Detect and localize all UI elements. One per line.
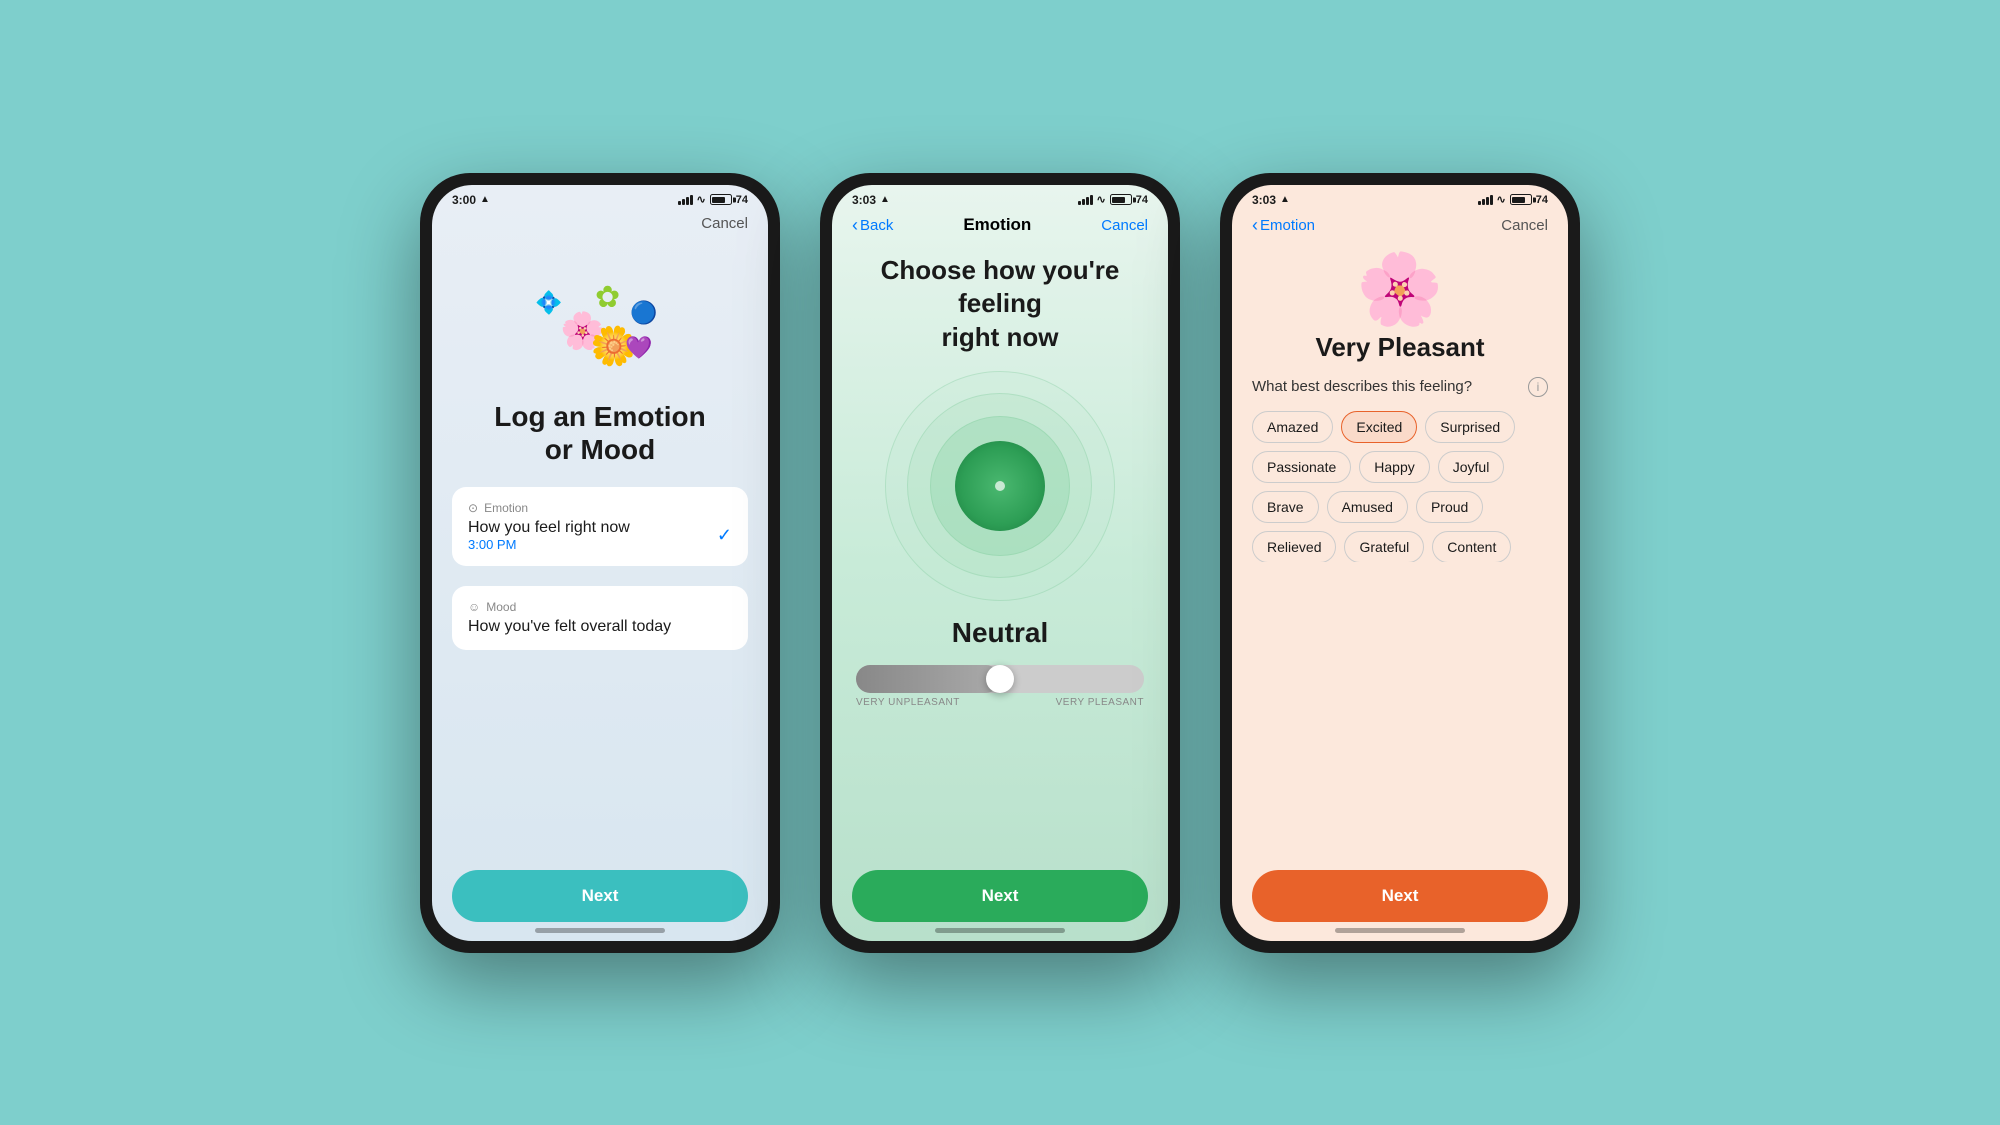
- slider-right-label: VERY PLEASANT: [1056, 697, 1144, 708]
- main-title-1: Log an Emotion or Mood: [494, 400, 706, 467]
- status-bar-3: 3:03 ▲ ∿ 74: [1232, 185, 1568, 211]
- battery-1: [710, 194, 732, 205]
- emotion-description: How you feel right now: [468, 519, 630, 537]
- status-bar-1: 3:00 ▲ ∿ 74: [432, 185, 768, 211]
- next-button-3[interactable]: Next: [1252, 870, 1548, 922]
- tags-grid: Amazed Excited Surprised Passionate Happ…: [1252, 411, 1548, 562]
- tag-joyful[interactable]: Joyful: [1438, 451, 1505, 483]
- tag-surprised[interactable]: Surprised: [1425, 411, 1515, 443]
- orange-flower: 🌸: [1356, 254, 1443, 324]
- screen3-content: 🌸 Very Pleasant What best describes this…: [1232, 244, 1568, 562]
- signal-2: [1078, 195, 1093, 205]
- slider-labels: VERY UNPLEASANT VERY PLEASANT: [856, 697, 1144, 708]
- emotion-option[interactable]: ⊙ Emotion How you feel right now 3:00 PM…: [452, 487, 748, 566]
- battery-pct-3: 74: [1536, 194, 1548, 206]
- flower-blue-3: 🔵: [630, 300, 657, 326]
- tag-relieved[interactable]: Relieved: [1252, 531, 1336, 562]
- slider-area: VERY UNPLEASANT VERY PLEASANT: [852, 665, 1148, 708]
- tag-passionate[interactable]: Passionate: [1252, 451, 1351, 483]
- slider-fill: [856, 665, 1000, 693]
- flowers-cluster: 🌸 ✿ 💠 🔵 🌼 💜: [530, 270, 670, 380]
- signal-3: [1478, 195, 1493, 205]
- back-button-3[interactable]: ‹ Emotion: [1252, 215, 1315, 236]
- nav-bar-2: ‹ Back Emotion Cancel: [832, 211, 1168, 244]
- cancel-button-1[interactable]: Cancel: [701, 215, 748, 232]
- home-indicator-1: [535, 928, 665, 933]
- tag-amazed[interactable]: Amazed: [1252, 411, 1333, 443]
- mood-icon: ☺: [468, 600, 480, 614]
- feeling-label: Neutral: [952, 617, 1048, 649]
- phone-1-screen: 3:00 ▲ ∿ 74 Cancel: [432, 185, 768, 941]
- flower-blue-2: 💠: [535, 290, 562, 316]
- time-3: 3:03: [1252, 193, 1276, 207]
- emotion-time: 3:00 PM: [468, 537, 630, 552]
- screen1-content: 🌸 ✿ 💠 🔵 🌼 💜 Log an Emotion or Mood ⊙ Emo…: [432, 240, 768, 650]
- back-chevron-2: ‹: [852, 215, 858, 236]
- back-label-2: Back: [860, 217, 893, 234]
- battery-3: [1510, 194, 1532, 205]
- pleasant-title: Very Pleasant: [1252, 332, 1548, 363]
- emotion-circle[interactable]: [885, 371, 1115, 601]
- back-button-2[interactable]: ‹ Back: [852, 215, 893, 236]
- tag-brave[interactable]: Brave: [1252, 491, 1319, 523]
- location-icon-3: ▲: [1280, 194, 1290, 205]
- phone-2-screen: 3:03 ▲ ∿ 74 ‹ Back: [832, 185, 1168, 941]
- nav-title-2: Emotion: [963, 215, 1031, 235]
- tag-proud[interactable]: Proud: [1416, 491, 1483, 523]
- location-icon-2: ▲: [880, 194, 890, 205]
- time-2: 3:03: [852, 193, 876, 207]
- battery-2: [1110, 194, 1132, 205]
- choose-title: Choose how you're feeling right now: [852, 254, 1148, 355]
- cancel-button-2[interactable]: Cancel: [1101, 217, 1148, 234]
- tag-grateful[interactable]: Grateful: [1344, 531, 1424, 562]
- wifi-icon-1: ∿: [697, 193, 706, 206]
- mood-description: How you've felt overall today: [468, 618, 732, 636]
- back-chevron-3: ‹: [1252, 215, 1258, 236]
- tag-content[interactable]: Content: [1432, 531, 1511, 562]
- tag-excited[interactable]: Excited: [1341, 411, 1417, 443]
- describes-label: What best describes this feeling?: [1252, 378, 1472, 395]
- phone-1: 3:00 ▲ ∿ 74 Cancel: [420, 173, 780, 953]
- info-icon[interactable]: i: [1528, 377, 1548, 397]
- screen2-content: Choose how you're feeling right now Neut…: [832, 244, 1168, 708]
- emotion-checkmark: ✓: [717, 525, 732, 546]
- phone-2: 3:03 ▲ ∿ 74 ‹ Back: [820, 173, 1180, 953]
- cancel-button-3[interactable]: Cancel: [1501, 217, 1548, 234]
- time-1: 3:00: [452, 193, 476, 207]
- tag-happy[interactable]: Happy: [1359, 451, 1429, 483]
- orange-flower-container: 🌸: [1252, 254, 1548, 324]
- emotion-icon: ⊙: [468, 501, 478, 515]
- wifi-icon-3: ∿: [1497, 193, 1506, 206]
- home-indicator-2: [935, 928, 1065, 933]
- wifi-icon-2: ∿: [1097, 193, 1106, 206]
- signal-1: [678, 195, 693, 205]
- home-indicator-3: [1335, 928, 1465, 933]
- flower-green: ✿: [595, 280, 620, 315]
- phone-3-screen: 3:03 ▲ ∿ 74 ‹ Emotion: [1232, 185, 1568, 941]
- tag-amused[interactable]: Amused: [1327, 491, 1408, 523]
- status-bar-2: 3:03 ▲ ∿ 74: [832, 185, 1168, 211]
- mood-option[interactable]: ☺ Mood How you've felt overall today: [452, 586, 748, 650]
- circle-dot: [995, 481, 1005, 491]
- slider-left-label: VERY UNPLEASANT: [856, 697, 960, 708]
- mood-label: Mood: [486, 600, 516, 614]
- next-button-2[interactable]: Next: [852, 870, 1148, 922]
- describes-row: What best describes this feeling? i: [1252, 377, 1548, 397]
- slider-thumb[interactable]: [986, 665, 1014, 693]
- circle-core: [955, 441, 1045, 531]
- phone-3: 3:03 ▲ ∿ 74 ‹ Emotion: [1220, 173, 1580, 953]
- battery-pct-1: 74: [736, 194, 748, 206]
- nav-bar-3: ‹ Emotion Cancel: [1232, 211, 1568, 244]
- slider-track[interactable]: [856, 665, 1144, 693]
- location-icon-1: ▲: [480, 194, 490, 205]
- flower-purple: 💜: [625, 335, 652, 361]
- next-button-1[interactable]: Next: [452, 870, 748, 922]
- nav-bar-1: Cancel: [432, 211, 768, 240]
- battery-pct-2: 74: [1136, 194, 1148, 206]
- back-label-3: Emotion: [1260, 217, 1315, 234]
- emotion-label: Emotion: [484, 501, 528, 515]
